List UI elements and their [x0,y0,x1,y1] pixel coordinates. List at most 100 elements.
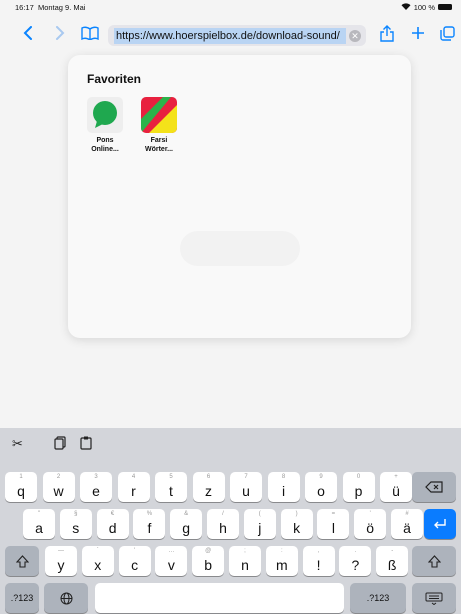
key-k[interactable]: ) k [280,509,313,539]
key-label: t [169,483,173,499]
key-a[interactable]: " a [23,509,55,539]
key-hint: 4 [131,474,136,480]
key-j[interactable]: (j [243,509,276,539]
favorite-label-line2: Wörter... [144,145,173,153]
space-bar[interactable] [95,583,344,613]
key-b[interactable]: @ b [192,546,225,576]
key-hint: + [394,474,398,480]
favorites-title: Favoriten [87,72,142,86]
key-label: h [219,520,227,536]
key-ö[interactable]: ' ö [354,509,387,539]
key-hint: & [184,511,189,517]
key-t[interactable]: 5t [155,472,187,502]
key-f[interactable]: % f [133,509,166,539]
key-hint: " [37,511,41,517]
key-r[interactable]: 4r [117,472,150,502]
key-h[interactable]: / h [207,509,239,539]
key-hint: 9 [319,474,323,480]
shift-left-key[interactable] [5,546,39,576]
key-?[interactable]: .? [339,546,372,576]
favorite-label-line2: Online... [91,145,119,153]
favorite-label-line1: Farsi [150,137,168,144]
shift-right-key[interactable] [412,546,456,576]
globe-key[interactable] [44,583,88,613]
key-label: q [17,483,25,499]
key-hint: € [110,511,115,517]
key-n[interactable]: ; n [229,546,261,576]
key-o[interactable]: 9o [305,472,337,502]
shift-icon [15,554,29,568]
key-label: p [354,483,363,499]
key-hint: / [222,511,224,517]
globe-icon [60,592,72,604]
key-hint: 3 [94,474,98,480]
key-![interactable]: ,! [302,546,335,576]
key-label: ! [316,557,321,573]
key-w[interactable]: 2w [42,472,75,502]
plus-icon[interactable] [407,22,429,44]
keyboard-hide-icon [425,592,443,605]
key-y[interactable]: — y [45,546,77,576]
key-hint: 0 [356,474,361,480]
shift-icon [427,554,441,568]
key-label: m [275,557,288,573]
scissors-icon[interactable]: ✂ [12,436,23,452]
key-v[interactable]: … v [155,546,188,576]
share-icon[interactable] [376,22,398,44]
key-i[interactable]: 8i [267,472,300,502]
key-label: j [258,520,262,536]
key-label: i [281,483,286,499]
key-ä[interactable]: # ä [391,509,423,539]
clear-icon[interactable]: ✕ [349,29,361,42]
key-hint: = [331,511,336,517]
url-text[interactable]: https://www.hoerspielbox.de/download-sou… [114,27,346,44]
paste-icon[interactable] [80,436,92,453]
battery-icon [438,4,452,10]
key-label: v [167,557,175,573]
key-z[interactable]: 6z [192,472,225,502]
key-hint: § [74,511,78,517]
key-c[interactable]: ' c [118,546,151,576]
key-hint: ' [369,511,371,517]
book-icon[interactable] [79,22,101,44]
key-label: k [293,520,301,536]
key-hint: 5 [169,474,173,480]
key-hint: 8 [281,474,286,480]
key-label: ß [387,557,397,573]
copy-icon[interactable] [54,436,66,453]
key-s[interactable]: § s [59,509,92,539]
key-e[interactable]: 3e [80,472,112,502]
key-ß[interactable]: -ß [376,546,409,576]
key-m[interactable]: :m [265,546,298,576]
key-ü[interactable]: + ü [380,472,412,502]
numbers-key-right[interactable]: .?123 [350,583,406,613]
favorite-item-pons[interactable]: Pons Online... [80,97,130,154]
key-hint: ` [96,548,99,554]
key-label: e [92,483,100,499]
key-l[interactable]: = l [317,509,350,539]
status-bar: 16:17 Montag 9. Mai 100 % [0,0,461,14]
key-hint: @ [205,548,212,554]
chevron-right-icon[interactable] [49,22,71,44]
address-bar[interactable]: https://www.hoerspielbox.de/download-sou… [108,25,366,46]
delete-key[interactable] [412,472,456,502]
key-label: ä [403,520,411,536]
key-hint: - [391,548,394,554]
key-hint: 7 [244,474,248,480]
numbers-key-left[interactable]: .?123 [5,583,39,613]
keyboard-hide-key[interactable] [412,583,456,613]
onscreen-keyboard: ✂ 1 q 2 w 3 e 4 r 5 t 6 z 7 u 8 i 9 o 0 p + ü " a § s € d% f & g / h(j)… [0,428,461,614]
key-label: f [147,520,152,536]
tabs-icon[interactable] [436,22,458,44]
key-hint: ' [134,548,136,554]
key-g[interactable]: & g [170,509,203,539]
key-u[interactable]: 7u [230,472,262,502]
key-q[interactable]: 1q [5,472,37,502]
return-key[interactable] [424,509,456,539]
chevron-left-icon[interactable] [17,22,39,44]
key-d[interactable]: € d [96,509,129,539]
key-x[interactable]: ` x [81,546,114,576]
favorite-item-farsi[interactable]: Farsi Wörter... [134,97,184,154]
key-p[interactable]: 0p [342,472,375,502]
key-label: ? [351,557,360,573]
